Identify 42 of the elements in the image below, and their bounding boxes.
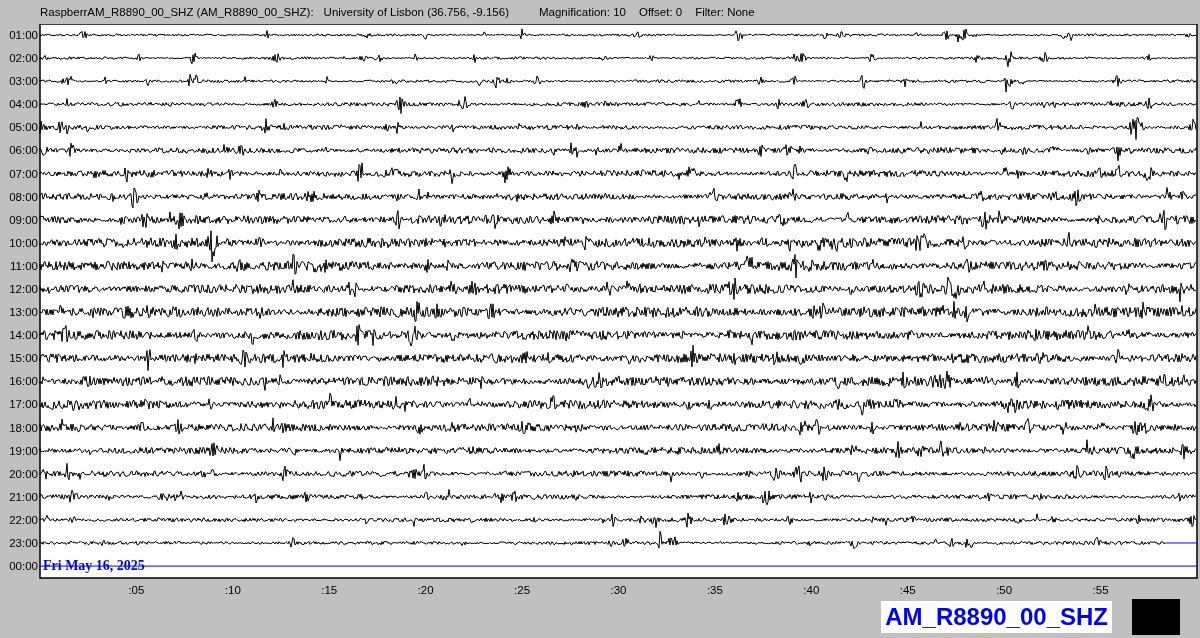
hour-label: 20:00 [9,467,38,480]
hour-label: 01:00 [9,29,38,41]
minute-tick-label: :15 [321,584,338,596]
hour-label: 16:00 [9,375,38,388]
minute-tick-label: :20 [417,584,434,596]
hour-label: 04:00 [9,98,38,111]
hour-label: 21:00 [9,490,38,503]
location-text: University of Lisbon (36.756, -9.156) [323,6,509,18]
hour-label: 14:00 [9,329,38,342]
hour-label: 15:00 [9,352,38,365]
minute-tick-label: :45 [899,584,916,596]
minute-tick-label: :35 [706,584,723,596]
filter-text: Filter: None [695,6,755,18]
minute-tick-label: :25 [514,584,531,596]
minute-tick-label: :50 [996,584,1013,596]
hour-label: 08:00 [9,190,38,203]
hour-label: 22:00 [9,513,38,526]
hour-label: 07:00 [9,167,38,180]
hour-label: 06:00 [9,144,38,157]
hour-label: 11:00 [10,259,38,272]
hour-label: 09:00 [9,213,38,226]
hour-label: 00:00 [9,560,38,573]
hour-label: 05:00 [9,121,38,134]
hour-label: 23:00 [9,537,38,549]
hour-label: 18:00 [9,421,38,434]
hour-label: 13:00 [9,306,38,319]
minute-tick-label: :05 [128,584,145,596]
hour-label: 03:00 [9,75,38,88]
minute-tick-label: :55 [1092,584,1109,596]
station-title: RaspberrAM_R8890_00_SHZ (AM_R8890_00_SHZ): [40,6,314,18]
minute-tick-label: :30 [610,584,627,596]
hour-label: 02:00 [9,52,38,65]
square-icon [1132,599,1180,635]
hour-label: 17:00 [9,398,38,411]
hour-label: 19:00 [9,444,38,457]
minute-tick-label: :10 [224,584,241,596]
offset-text: Offset: 0 [638,6,683,18]
hour-label: 12:00 [9,283,38,295]
magnification-text: Magnification: 10 [539,6,626,18]
station-badge: AM_R8890_00_SHZ [881,601,1112,633]
hour-label: 10:00 [9,236,38,249]
minute-tick-label: :40 [803,584,820,596]
